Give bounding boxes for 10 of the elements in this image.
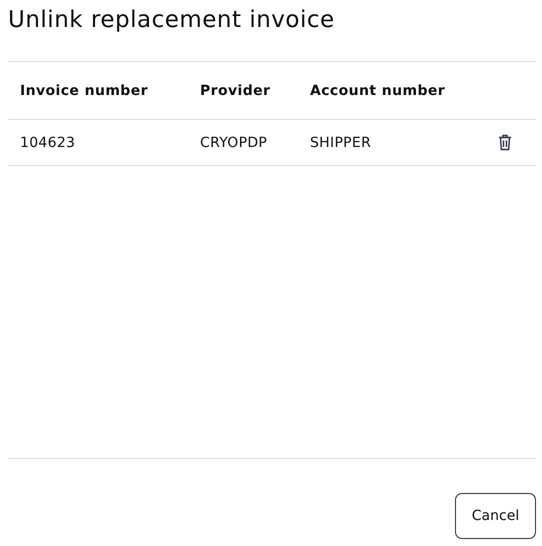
column-header: Invoice number bbox=[20, 82, 148, 98]
dialog-title: Unlink replacement invoice bbox=[8, 6, 336, 35]
cancel-button[interactable]: Cancel bbox=[455, 493, 536, 539]
table-cell: CRYOPDP bbox=[200, 134, 268, 150]
column-header: Account number bbox=[310, 82, 446, 98]
column-header: Provider bbox=[200, 82, 270, 98]
delete-button[interactable] bbox=[496, 132, 514, 153]
trash-icon bbox=[498, 134, 512, 151]
table-cell: 104623 bbox=[20, 134, 76, 150]
table-cell: SHIPPER bbox=[310, 134, 372, 150]
